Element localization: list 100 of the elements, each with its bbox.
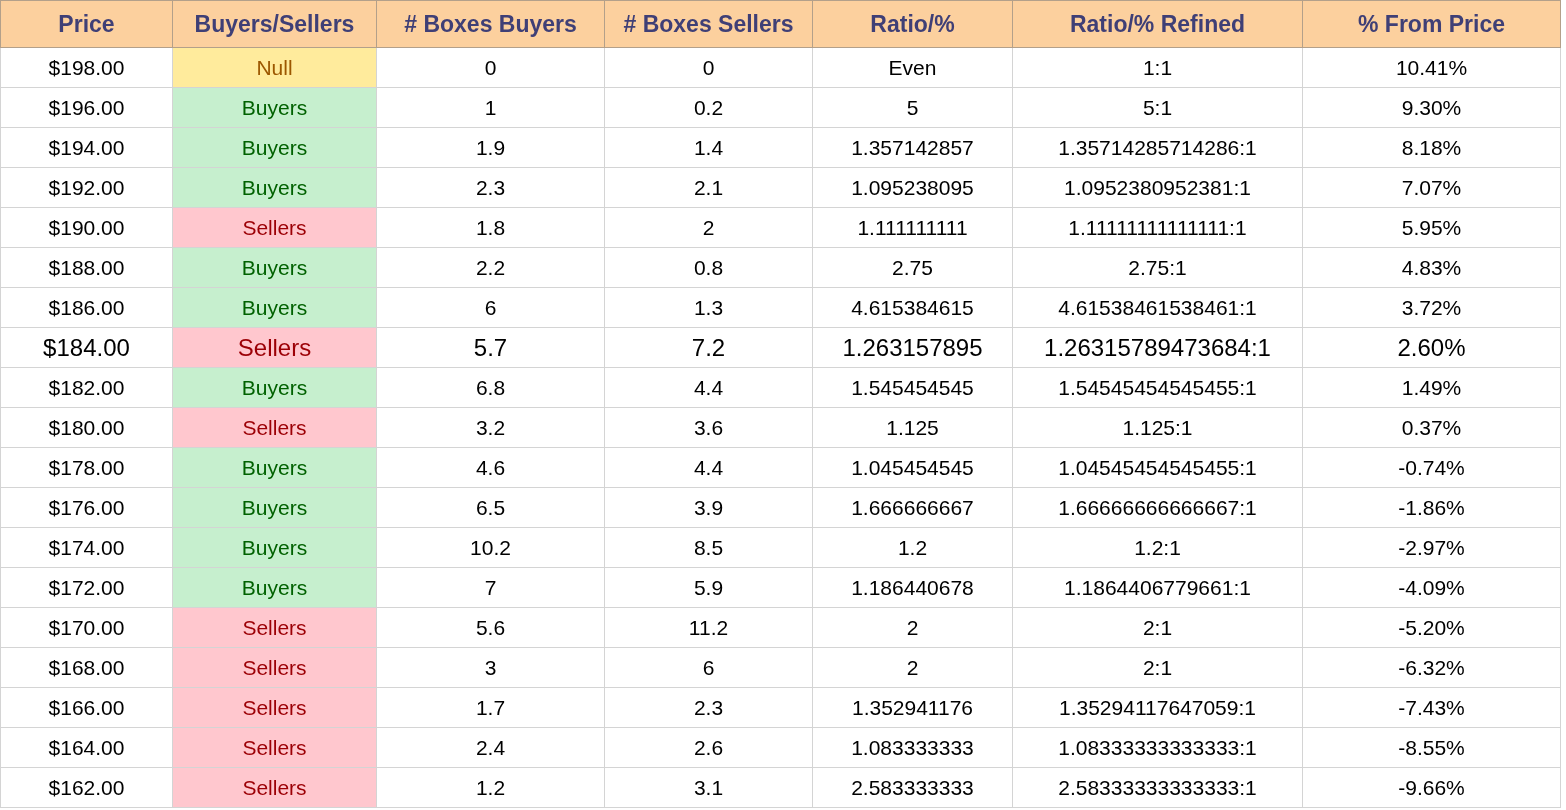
side-cell: Buyers xyxy=(172,527,377,568)
side-cell: Buyers xyxy=(172,447,377,488)
table-cell: 1.0952380952381:1 xyxy=(1012,167,1303,208)
table-cell: 4.61538461538461:1 xyxy=(1012,287,1303,328)
price-cell: $190.00 xyxy=(0,207,173,248)
side-cell: Sellers xyxy=(172,647,377,688)
price-cell: $198.00 xyxy=(0,47,173,88)
table-cell: 2:1 xyxy=(1012,607,1303,648)
table-cell: 10.2 xyxy=(376,527,605,568)
table-cell: 5.6 xyxy=(376,607,605,648)
table-cell: 2:1 xyxy=(1012,647,1303,688)
table-cell: 2.4 xyxy=(376,727,605,768)
table-cell: 2.583333333 xyxy=(812,767,1013,808)
table-cell: 1.11111111111111:1 xyxy=(1012,207,1303,248)
price-cell: $162.00 xyxy=(0,767,173,808)
table-cell: 3.2 xyxy=(376,407,605,448)
table-cell: 4.83% xyxy=(1302,247,1561,288)
table-cell: -5.20% xyxy=(1302,607,1561,648)
table-cell: 2 xyxy=(812,647,1013,688)
side-cell: Sellers xyxy=(172,207,377,248)
table-cell: 1.125:1 xyxy=(1012,407,1303,448)
table-cell: 2.1 xyxy=(604,167,813,208)
side-cell: Buyers xyxy=(172,87,377,128)
price-cell: $184.00 xyxy=(0,327,173,368)
table-cell: 1.35714285714286:1 xyxy=(1012,127,1303,168)
table-cell: 1.045454545 xyxy=(812,447,1013,488)
table-cell: 10.41% xyxy=(1302,47,1561,88)
price-cell: $174.00 xyxy=(0,527,173,568)
table-cell: 1.083333333 xyxy=(812,727,1013,768)
table-cell: 0.2 xyxy=(604,87,813,128)
table-cell: 8.18% xyxy=(1302,127,1561,168)
side-cell: Buyers xyxy=(172,487,377,528)
table-cell: 1 xyxy=(376,87,605,128)
price-cell: $186.00 xyxy=(0,287,173,328)
table-cell: 1.54545454545455:1 xyxy=(1012,367,1303,408)
table-cell: 1.2:1 xyxy=(1012,527,1303,568)
table-cell: 2.75 xyxy=(812,247,1013,288)
price-cell: $182.00 xyxy=(0,367,173,408)
table-cell: 5.7 xyxy=(376,327,605,368)
table-cell: 1.66666666666667:1 xyxy=(1012,487,1303,528)
table-cell: 2.2 xyxy=(376,247,605,288)
table-cell: 7.07% xyxy=(1302,167,1561,208)
table-cell: 1:1 xyxy=(1012,47,1303,88)
table-cell: 2.60% xyxy=(1302,327,1561,368)
table-cell: 1.35294117647059:1 xyxy=(1012,687,1303,728)
table-cell: Even xyxy=(812,47,1013,88)
table-cell: 6 xyxy=(376,287,605,328)
table-cell: 6.8 xyxy=(376,367,605,408)
table-cell: 7 xyxy=(376,567,605,608)
side-cell: Sellers xyxy=(172,767,377,808)
table-cell: 1.04545454545455:1 xyxy=(1012,447,1303,488)
side-cell: Buyers xyxy=(172,247,377,288)
table-cell: 1.8 xyxy=(376,207,605,248)
table-cell: 6 xyxy=(604,647,813,688)
table-cell: 1.3 xyxy=(604,287,813,328)
side-cell: Buyers xyxy=(172,567,377,608)
table-cell: -1.86% xyxy=(1302,487,1561,528)
table-cell: 1.49% xyxy=(1302,367,1561,408)
price-cell: $170.00 xyxy=(0,607,173,648)
price-cell: $176.00 xyxy=(0,487,173,528)
table-cell: -2.97% xyxy=(1302,527,1561,568)
side-cell: Sellers xyxy=(172,407,377,448)
column-header: Price xyxy=(0,0,173,48)
side-cell: Buyers xyxy=(172,367,377,408)
column-header: # Boxes Sellers xyxy=(604,0,813,48)
side-cell: Sellers xyxy=(172,727,377,768)
price-cell: $194.00 xyxy=(0,127,173,168)
table-cell: -6.32% xyxy=(1302,647,1561,688)
table-cell: 3.72% xyxy=(1302,287,1561,328)
price-cell: $178.00 xyxy=(0,447,173,488)
table-cell: 4.615384615 xyxy=(812,287,1013,328)
table-cell: 1.2 xyxy=(812,527,1013,568)
price-cell: $196.00 xyxy=(0,87,173,128)
price-cell: $172.00 xyxy=(0,567,173,608)
price-cell: $164.00 xyxy=(0,727,173,768)
table-cell: 1.08333333333333:1 xyxy=(1012,727,1303,768)
table-cell: -7.43% xyxy=(1302,687,1561,728)
table-cell: 2 xyxy=(812,607,1013,648)
table-cell: 1.4 xyxy=(604,127,813,168)
side-cell: Sellers xyxy=(172,687,377,728)
table-cell: 1.352941176 xyxy=(812,687,1013,728)
table-cell: 1.357142857 xyxy=(812,127,1013,168)
table-cell: 3.1 xyxy=(604,767,813,808)
table-cell: 1.263157895 xyxy=(812,327,1013,368)
table-cell: 1.095238095 xyxy=(812,167,1013,208)
table-cell: 5:1 xyxy=(1012,87,1303,128)
table-cell: 1.125 xyxy=(812,407,1013,448)
column-header: Buyers/Sellers xyxy=(172,0,377,48)
side-cell: Sellers xyxy=(172,327,377,368)
table-cell: -0.74% xyxy=(1302,447,1561,488)
side-cell: Buyers xyxy=(172,167,377,208)
table-cell: 0 xyxy=(604,47,813,88)
table-cell: -4.09% xyxy=(1302,567,1561,608)
side-cell: Null xyxy=(172,47,377,88)
table-cell: 5.95% xyxy=(1302,207,1561,248)
column-header: Ratio/% Refined xyxy=(1012,0,1303,48)
table-cell: 4.4 xyxy=(604,367,813,408)
table-cell: 4.4 xyxy=(604,447,813,488)
table-cell: 7.2 xyxy=(604,327,813,368)
table-cell: 4.6 xyxy=(376,447,605,488)
